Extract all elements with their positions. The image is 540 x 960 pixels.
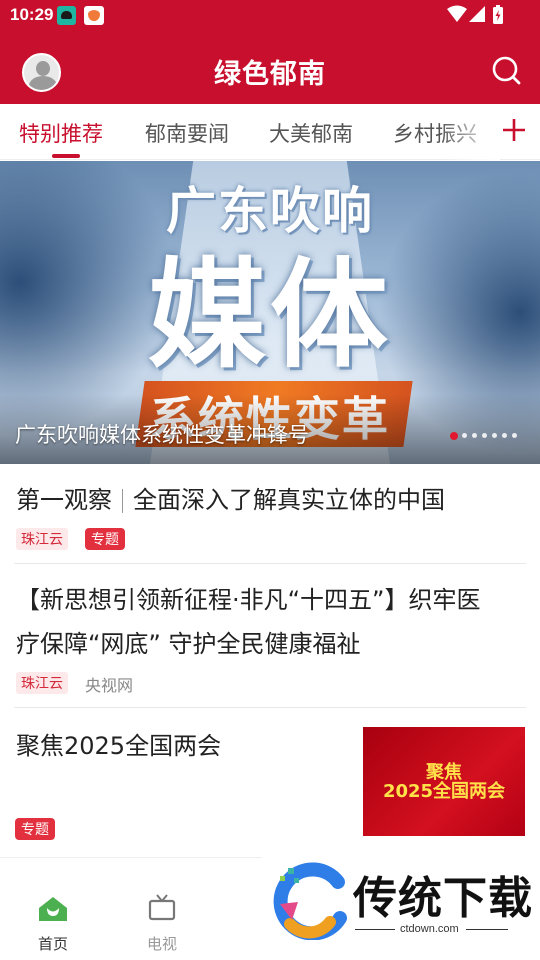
app-notification-icon — [57, 6, 76, 25]
news-title-line2: 疗保障“网底” 守护全民健康福祉 — [16, 630, 361, 658]
status-bar: 10:29 — [0, 0, 540, 32]
tab-yunan-news[interactable]: 郁南要闻 — [145, 118, 229, 148]
carousel-dot — [502, 433, 507, 438]
add-channel-icon[interactable] — [500, 116, 528, 144]
banner-art-line2: 媒体 — [147, 246, 392, 384]
carousel-dot — [472, 433, 477, 438]
tab-fade-overlay — [440, 104, 500, 160]
nav-tv-label[interactable]: 电视 — [147, 933, 177, 954]
source-tag: 珠江云 — [16, 528, 68, 550]
app-notification-icon-2 — [84, 6, 104, 25]
carousel-dot — [450, 432, 458, 440]
topic-badge: 专题 — [15, 818, 55, 840]
topic-badge: 专题 — [85, 528, 125, 550]
watermark-text: 传统下载 — [353, 873, 533, 924]
news-source: 央视网 — [85, 676, 134, 695]
page-title: 绿色郁南 — [214, 59, 326, 90]
home-icon[interactable] — [37, 895, 69, 923]
title-separator — [122, 489, 123, 513]
app-header: 绿色郁南 — [0, 32, 540, 104]
carousel-dot — [492, 433, 497, 438]
carousel-dot — [462, 433, 467, 438]
banner-caption: 广东吹响媒体系统性变革冲锋号 — [15, 423, 309, 447]
news-title: 聚焦2025全国两会 — [16, 732, 222, 760]
banner-carousel[interactable]: 广东吹响 媒体 系统性变革 广东吹响媒体系统性变革冲锋号 — [0, 161, 540, 464]
tv-icon[interactable] — [147, 893, 177, 923]
nav-home-label[interactable]: 首页 — [38, 933, 68, 954]
carousel-dot — [482, 433, 487, 438]
carousel-dot — [512, 433, 517, 438]
search-icon[interactable] — [490, 54, 522, 86]
news-item[interactable]: 第一观察 全面深入了解真实立体的中国 珠江云 专题 — [0, 464, 540, 564]
news-title-main: 全面深入了解真实立体的中国 — [133, 486, 445, 514]
active-tab-indicator — [52, 154, 80, 158]
tab-special-recommend[interactable]: 特别推荐 — [19, 118, 103, 148]
watermark-rule-right — [466, 929, 508, 930]
thumbnail-text-line2: 2025全国两会 — [382, 781, 506, 802]
battery-icon — [493, 5, 503, 24]
news-title: 第一观察 全面深入了解真实立体的中国 — [16, 478, 445, 522]
wifi-icon — [447, 5, 467, 22]
watermark-logo-icon — [273, 862, 347, 940]
tab-beautiful-yunan[interactable]: 大美郁南 — [269, 118, 353, 148]
cell-signal-icon — [469, 6, 485, 22]
status-time: 10:29 — [10, 5, 54, 24]
news-title-line1: 【新思想引领新征程·非凡“十四五”】织牢医 — [16, 586, 481, 614]
news-item[interactable]: 【新思想引领新征程·非凡“十四五”】织牢医 疗保障“网底” 守护全民健康福祉 珠… — [0, 564, 540, 708]
watermark-rule-left — [355, 929, 395, 930]
channel-tabs: 特别推荐 郁南要闻 大美郁南 乡村振兴 — [0, 104, 540, 160]
news-title-column: 第一观察 — [16, 486, 112, 514]
source-tag: 珠江云 — [16, 672, 68, 694]
watermark-url: ctdown.com — [400, 923, 459, 935]
